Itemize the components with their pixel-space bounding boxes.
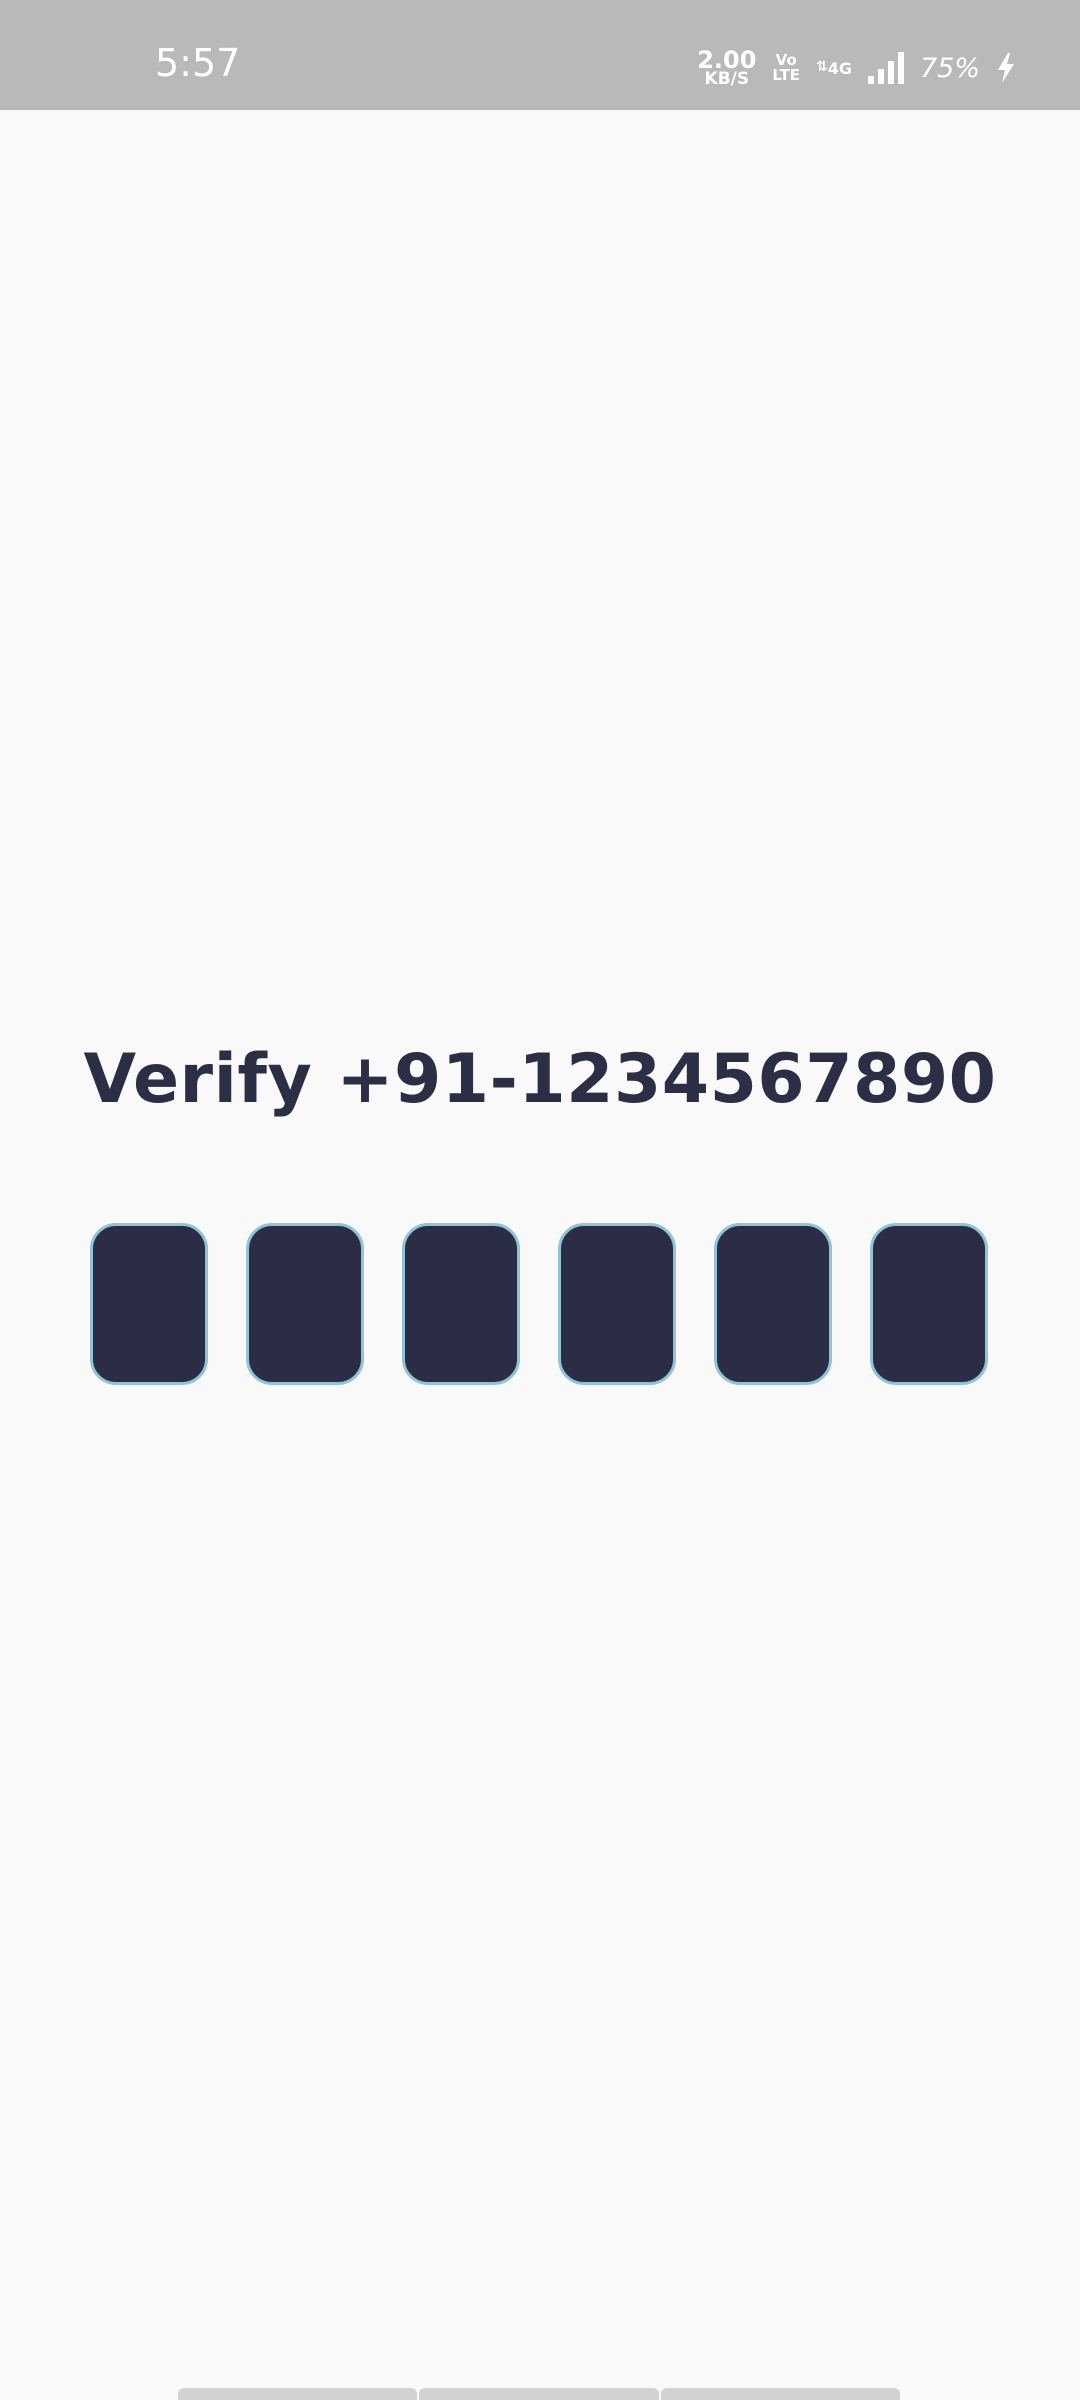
nav-segment-left xyxy=(178,2388,418,2400)
otp-digit-1[interactable] xyxy=(90,1223,208,1385)
status-icons: 2.00 KB/S Vo LTE ⇅ 4G 75% xyxy=(697,46,1016,90)
signal-icon xyxy=(867,52,904,84)
status-time: 5:57 xyxy=(155,41,241,85)
otp-digit-4[interactable] xyxy=(558,1223,676,1385)
status-bar: 5:57 2.00 KB/S Vo LTE ⇅ 4G 75% xyxy=(0,0,1080,110)
charging-bolt-icon xyxy=(998,53,1014,83)
network-type-text: 4G xyxy=(827,58,852,78)
battery-percent: 75% xyxy=(919,52,980,84)
otp-digit-3[interactable] xyxy=(402,1223,520,1385)
volte-icon: Vo LTE xyxy=(772,53,800,83)
otp-input-row xyxy=(90,1223,990,1388)
verify-title: Verify +91-1234567890 xyxy=(83,1040,997,1119)
nav-segment-right xyxy=(660,2388,900,2400)
net-speed-indicator: 2.00 KB/S xyxy=(697,45,757,90)
verify-screen: Verify +91-1234567890 xyxy=(0,110,1080,2400)
otp-digit-6[interactable] xyxy=(870,1223,988,1385)
data-arrows-icon: ⇅ xyxy=(815,58,828,75)
network-4g-icon: ⇅ 4G xyxy=(816,59,852,78)
otp-digit-5[interactable] xyxy=(714,1223,832,1385)
volte-bottom-text: LTE xyxy=(772,66,800,84)
otp-digit-2[interactable] xyxy=(246,1223,364,1385)
net-speed-value: 2.00 xyxy=(697,45,757,74)
net-speed-unit: KB/S xyxy=(704,69,750,90)
navigation-gesture-bar[interactable] xyxy=(178,2388,900,2400)
nav-segment-center xyxy=(419,2388,659,2400)
